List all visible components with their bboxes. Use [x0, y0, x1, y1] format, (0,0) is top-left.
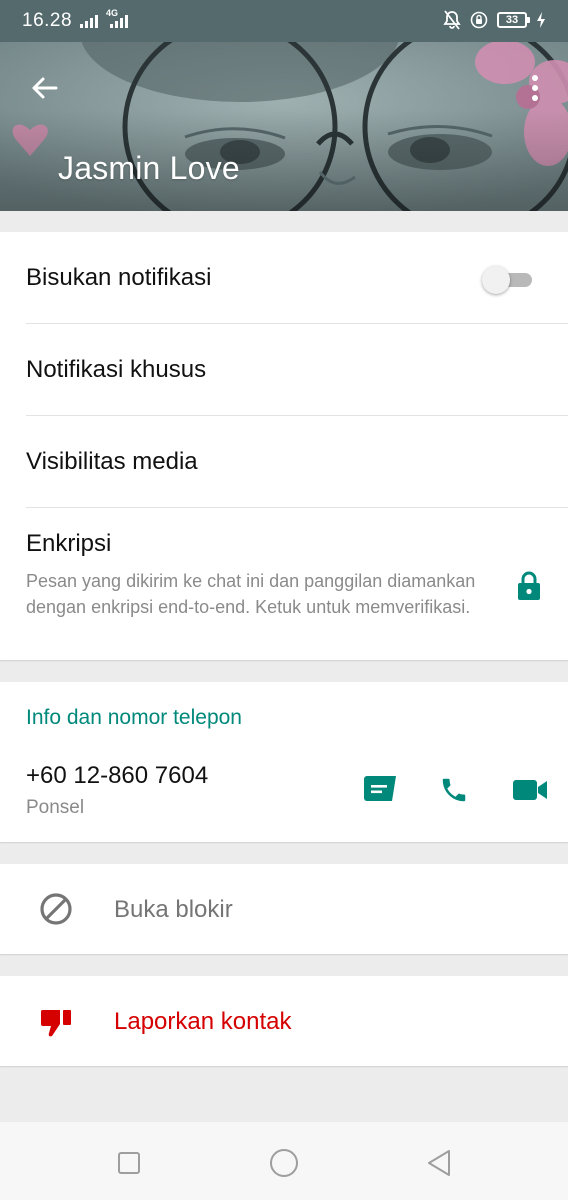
toggle-knob [482, 266, 510, 294]
phone-number[interactable]: +60 12-860 7604 [26, 762, 208, 790]
encryption-row[interactable]: Enkripsi Pesan yang dikirim ke chat ini … [0, 508, 568, 660]
video-call-button[interactable] [510, 770, 550, 810]
battery-level: 33 [505, 14, 519, 26]
charging-icon [537, 12, 545, 28]
thumbs-down-icon [38, 1004, 74, 1040]
signal-icon [110, 14, 128, 28]
signal-icon [80, 14, 98, 28]
settings-card: Bisukan notifikasi Notifikasi khusus Vis… [0, 232, 568, 660]
home-button[interactable] [267, 1146, 301, 1180]
report-contact-row[interactable]: Laporkan kontak [0, 976, 568, 1066]
system-nav-bar [0, 1122, 568, 1200]
recent-apps-icon [118, 1152, 140, 1174]
contact-info-card: Info dan nomor telepon +60 12-860 7604 P… [0, 682, 568, 842]
back-button[interactable] [22, 70, 66, 106]
mute-notifications-toggle[interactable] [482, 266, 532, 294]
media-visibility-label: Visibilitas media [26, 448, 198, 475]
mute-notifications-row[interactable]: Bisukan notifikasi [0, 232, 568, 324]
message-button[interactable] [360, 770, 400, 810]
message-icon [364, 776, 396, 801]
battery-icon: 33 [497, 12, 530, 28]
section-title: Info dan nomor telepon [26, 706, 242, 729]
unblock-label: Buka blokir [114, 896, 233, 923]
contact-photo-header[interactable]: Jasmin Love [0, 42, 568, 211]
mute-notifications-label: Bisukan notifikasi [26, 264, 212, 291]
encryption-description: Pesan yang dikirim ke chat ini dan pangg… [26, 571, 476, 617]
custom-notifications-row[interactable]: Notifikasi khusus [0, 324, 568, 416]
home-icon [270, 1149, 298, 1177]
mute-notification-icon [443, 10, 461, 30]
arrow-left-icon [32, 77, 58, 99]
custom-notifications-label: Notifikasi khusus [26, 356, 207, 383]
rotation-lock-icon [470, 11, 488, 29]
unblock-row[interactable]: Buka blokir [0, 864, 568, 954]
phone-type: Ponsel [26, 797, 85, 818]
encryption-title: Enkripsi [26, 530, 112, 557]
report-contact-label: Laporkan kontak [114, 1008, 292, 1035]
system-back-button[interactable] [422, 1146, 456, 1180]
media-visibility-row[interactable]: Visibilitas media [0, 416, 568, 508]
voice-call-button[interactable] [434, 770, 474, 810]
status-time: 16.28 [22, 10, 73, 31]
contact-name: Jasmin Love [58, 150, 240, 186]
more-options-button[interactable] [520, 70, 550, 106]
recent-apps-button[interactable] [112, 1146, 146, 1180]
phone-call-icon [442, 778, 466, 802]
video-call-icon [513, 780, 547, 800]
back-icon [428, 1150, 450, 1176]
lock-icon [518, 571, 540, 600]
block-icon [38, 891, 74, 927]
status-bar: 16.28 4G 33 [0, 0, 568, 42]
more-vertical-icon [532, 75, 538, 101]
